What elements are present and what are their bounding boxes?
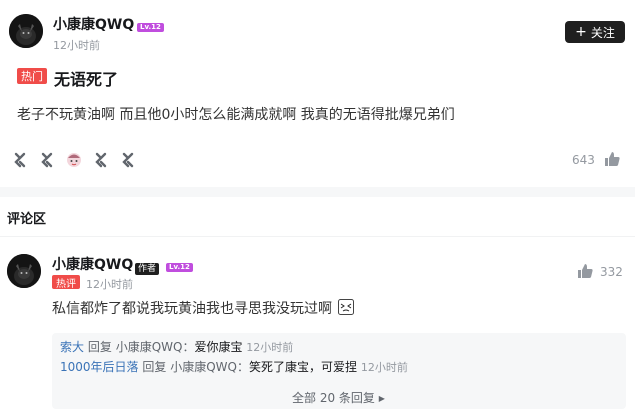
post-level-badge: Lv.12 [137, 17, 164, 36]
view-all-replies-link[interactable]: 全部 20 条回复 ▶ [292, 389, 385, 406]
hot-comment-tag: 热评 [52, 275, 80, 290]
comment-time: 12小时前 [86, 278, 133, 291]
hot-tag: 热门 [17, 68, 47, 84]
comments-header-divider [0, 236, 635, 237]
comment-content: 私信都炸了都说我玩黄油我也寻思我没玩过啊 [52, 298, 355, 319]
comment-avatar[interactable] [7, 254, 41, 288]
comment-level-badge: Lv.12 [166, 257, 193, 276]
reaction-icon[interactable] [118, 150, 138, 170]
reaction-icon[interactable] [37, 150, 57, 170]
post-like-count: 643 [572, 153, 595, 167]
thumb-up-icon[interactable] [576, 262, 594, 284]
thumb-up-icon[interactable] [603, 150, 621, 172]
reply-item[interactable]: 1000年后日落 回复 小康康QWQ：笑死了康宝，可爱捏 12小时前 [60, 358, 408, 375]
post-content: 老子不玩黄油啊 而且他0小时怎么能满成就啊 我真的无语得批爆兄弟们 [17, 107, 455, 123]
post-time: 12小时前 [53, 39, 100, 52]
reply-box: 索大 回复 小康康QWQ：爱你康宝 12小时前 1000年后日落 回复 小康康Q… [52, 333, 626, 409]
reply-item[interactable]: 索大 回复 小康康QWQ：爱你康宝 12小时前 [60, 338, 293, 355]
section-divider [0, 187, 635, 197]
plus-icon: + [575, 24, 587, 40]
caret-right-icon: ▶ [378, 394, 385, 403]
follow-button[interactable]: + 关注 [565, 21, 625, 43]
anime-reaction-icon[interactable] [64, 150, 84, 170]
comments-section-title: 评论区 [7, 212, 47, 227]
reaction-icon[interactable] [10, 150, 30, 170]
reaction-bar [10, 150, 140, 172]
author-tag: 作者 [135, 256, 160, 275]
post-avatar[interactable] [9, 14, 43, 48]
post-username[interactable]: 小康康QWQ [53, 14, 134, 34]
comment-like-count: 332 [600, 265, 623, 279]
reaction-icon[interactable] [91, 150, 111, 170]
post-title: 无语死了 [54, 70, 119, 89]
sticker-icon [338, 299, 355, 319]
comment-username[interactable]: 小康康QWQ [52, 254, 133, 274]
